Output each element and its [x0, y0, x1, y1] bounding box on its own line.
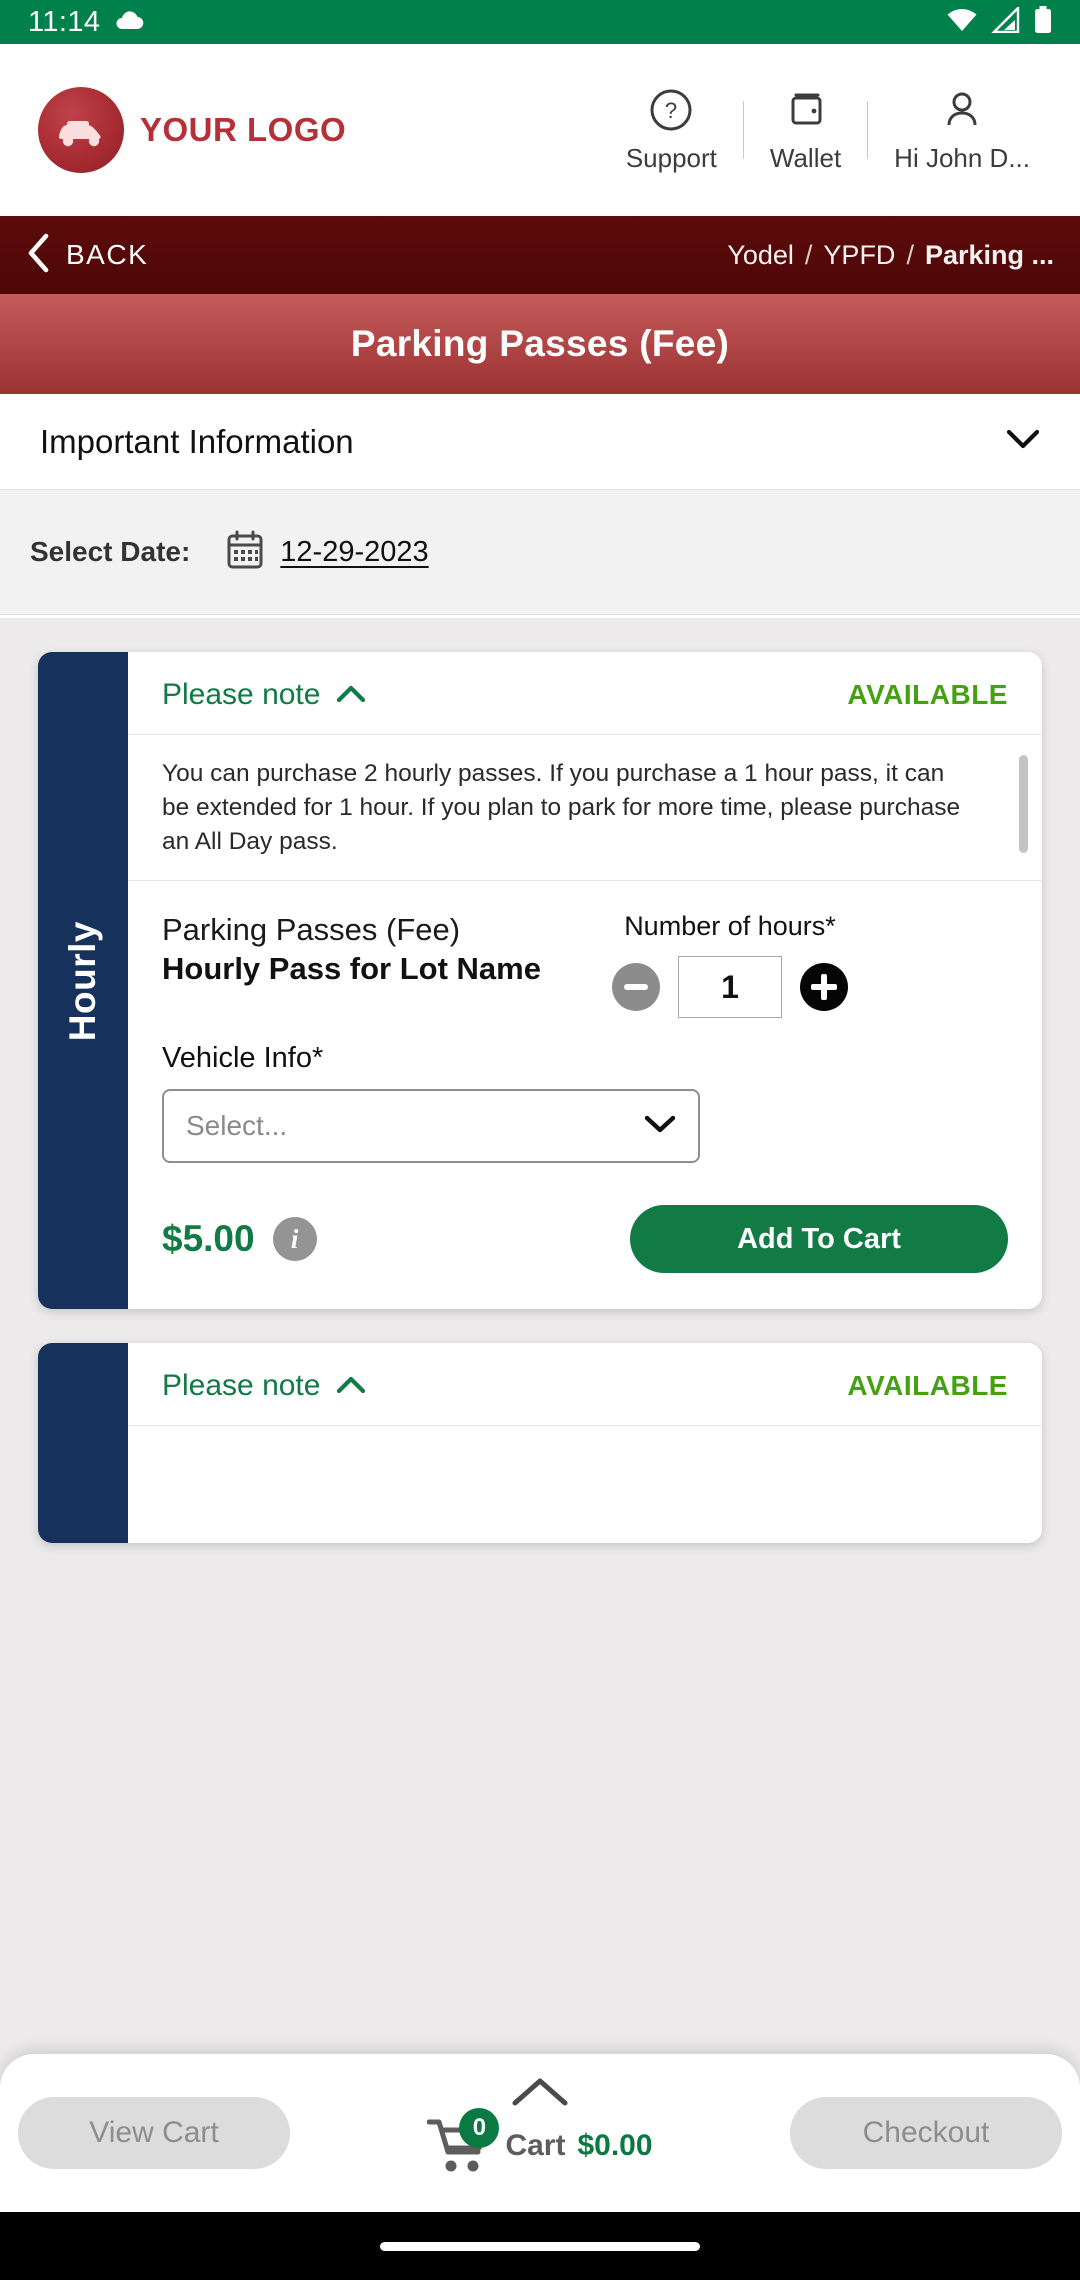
availability-badge: AVAILABLE	[847, 1370, 1008, 1402]
decrement-button[interactable]	[612, 963, 660, 1012]
product-name: Hourly Pass for Lot Name	[162, 951, 541, 987]
cloud-icon	[114, 9, 144, 36]
nav-item-account[interactable]: Hi John D...	[868, 87, 1056, 174]
price-value: $5.00	[162, 1218, 255, 1260]
header-nav: ? Support Wallet Hi John D...	[600, 87, 1056, 174]
please-note-header[interactable]: Please note AVAILABLE	[128, 652, 1042, 735]
pass-list-scroll-area[interactable]: Hourly Please note AVAILABLE You can pur…	[0, 618, 1080, 2280]
note-scrollbar[interactable]	[1019, 755, 1028, 853]
pass-card-next: Please note AVAILABLE	[38, 1343, 1042, 1544]
please-note-toggle[interactable]: Please note	[162, 1369, 366, 1403]
pass-card-body: Please note AVAILABLE You can purchase 2…	[128, 652, 1042, 1309]
pass-card-rail	[38, 1343, 128, 1544]
nav-label-support: Support	[625, 142, 717, 173]
cart-item-count-badge: 0	[459, 2108, 500, 2148]
status-bar-left: 11:14	[28, 6, 144, 39]
nav-label-wallet: Wallet	[769, 142, 842, 173]
availability-badge: AVAILABLE	[847, 679, 1008, 710]
brand-logo-text: YOUR LOGO	[140, 111, 347, 148]
android-navigation-bar	[0, 2212, 1080, 2280]
svg-text:?: ?	[665, 98, 677, 123]
breadcrumb-separator: /	[804, 239, 813, 270]
cart-label: Cart	[505, 2129, 566, 2162]
quantity-stepper	[612, 956, 848, 1019]
app-header: YOUR LOGO ? Support Wallet Hi John D...	[0, 44, 1080, 216]
page-title: Parking Passes (Fee)	[350, 323, 730, 364]
please-note-text: You can purchase 2 hourly passes. If you…	[162, 760, 961, 855]
number-of-hours-group: Number of hours*	[612, 911, 848, 1019]
plus-icon	[811, 974, 837, 1001]
please-note-header[interactable]: Please note AVAILABLE	[128, 1343, 1042, 1427]
checkout-button[interactable]: Checkout	[790, 2097, 1062, 2169]
chevron-up-icon[interactable]	[511, 2076, 569, 2113]
pass-card-rail: Hourly	[38, 652, 128, 1310]
product-names: Parking Passes (Fee) Hourly Pass for Lot…	[162, 911, 592, 1018]
breadcrumb-bar: BACK Yodel / YPFD / Parking ...	[0, 216, 1080, 294]
question-circle-icon: ?	[648, 87, 694, 138]
product-row: Parking Passes (Fee) Hourly Pass for Lot…	[128, 881, 1042, 1024]
chevron-left-icon	[26, 233, 52, 278]
car-logo-icon	[38, 87, 124, 173]
breadcrumb-item-2[interactable]: YPFD	[823, 240, 895, 271]
important-information-accordion[interactable]: Important Information	[0, 394, 1080, 490]
minus-icon	[624, 984, 648, 991]
wifi-icon	[946, 7, 978, 38]
brand-logo[interactable]: YOUR LOGO	[38, 87, 346, 173]
product-category: Parking Passes (Fee)	[162, 912, 461, 948]
vehicle-info-group: Vehicle Info* Select...	[128, 1024, 1042, 1164]
chevron-down-icon	[1006, 428, 1040, 455]
status-bar-clock: 11:14	[28, 5, 101, 38]
vehicle-info-select[interactable]: Select...	[162, 1089, 700, 1164]
info-icon[interactable]: i	[272, 1217, 317, 1262]
battery-icon	[1034, 5, 1052, 39]
increment-button[interactable]	[800, 963, 848, 1012]
breadcrumb-separator: /	[906, 239, 914, 270]
back-label: BACK	[66, 239, 149, 270]
cart-summary[interactable]: 0 Cart $0.00	[426, 2108, 653, 2176]
select-date-label: Select Date:	[30, 536, 191, 567]
cart-total-value: $0.00	[577, 2129, 653, 2162]
pass-card-hourly: Hourly Please note AVAILABLE You can pur…	[38, 652, 1042, 1310]
please-note-label: Please note	[162, 678, 321, 711]
view-cart-button[interactable]: View Cart	[18, 2097, 290, 2169]
cart-bottom-sheet: View Cart 0 Cart $0.00 Checkout	[0, 2054, 1080, 2212]
breadcrumb-item-1[interactable]: Yodel	[727, 240, 794, 271]
add-to-cart-button[interactable]: Add To Cart	[630, 1205, 1008, 1274]
signal-icon	[991, 4, 1021, 38]
vehicle-info-label: Vehicle Info*	[162, 1042, 324, 1075]
back-button[interactable]: BACK	[26, 233, 148, 278]
hours-input[interactable]	[678, 956, 782, 1019]
price-action-row: $5.00 i Add To Cart	[128, 1163, 1042, 1309]
number-of-hours-label: Number of hours*	[624, 911, 836, 942]
shopping-cart-icon: 0	[426, 2108, 500, 2176]
please-note-label: Please note	[162, 1369, 321, 1403]
status-bar-right	[946, 4, 1052, 39]
breadcrumb: Yodel / YPFD / Parking ...	[727, 240, 1054, 271]
vehicle-info-value: Select...	[186, 1110, 288, 1142]
please-note-toggle[interactable]: Please note	[162, 678, 366, 712]
pass-card-rail-label: Hourly	[62, 920, 103, 1041]
nav-label-account: Hi John D...	[894, 142, 1030, 173]
home-gesture-pill[interactable]	[380, 2241, 700, 2251]
important-information-label: Important Information	[40, 422, 354, 460]
date-picker[interactable]: 12-29-2023	[226, 530, 429, 575]
android-status-bar: 11:14	[0, 0, 1080, 44]
date-selector-row: Select Date: 12-29-2023	[0, 490, 1080, 615]
page-title-banner: Parking Passes (Fee)	[0, 294, 1080, 394]
selected-date-value[interactable]: 12-29-2023	[280, 536, 428, 569]
nav-item-wallet[interactable]: Wallet	[744, 87, 867, 174]
chevron-up-icon	[336, 1369, 366, 1403]
calendar-icon	[226, 530, 264, 575]
chevron-up-icon	[336, 678, 366, 712]
wallet-icon	[783, 87, 829, 138]
please-note-body: You can purchase 2 hourly passes. If you…	[128, 735, 1042, 882]
breadcrumb-item-current: Parking ...	[924, 239, 1054, 270]
pass-card-body: Please note AVAILABLE	[128, 1343, 1042, 1543]
nav-item-support[interactable]: ? Support	[600, 87, 743, 174]
person-icon	[939, 87, 985, 138]
chevron-down-icon	[644, 1114, 676, 1139]
